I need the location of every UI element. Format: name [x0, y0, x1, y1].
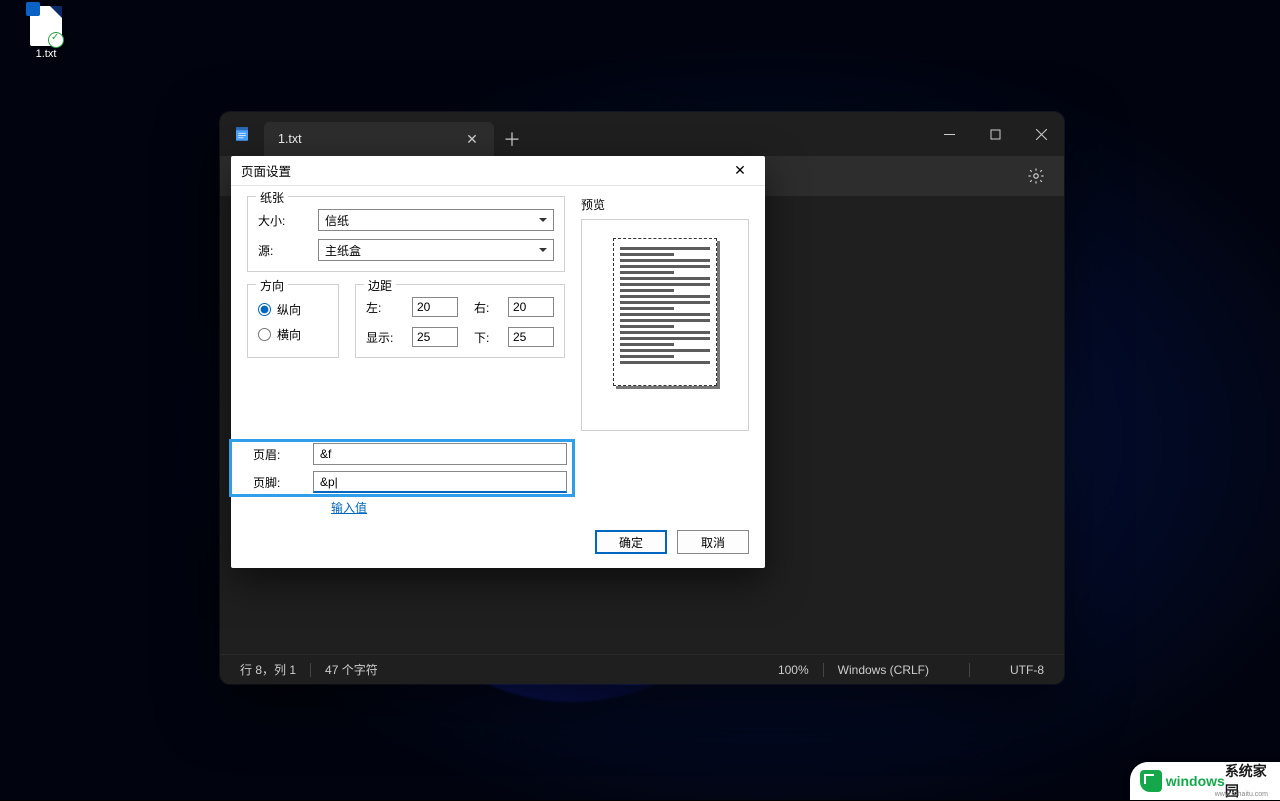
check-badge-icon	[26, 2, 40, 16]
preview-label: 预览	[581, 196, 749, 213]
orientation-landscape-label: 横向	[277, 326, 301, 343]
watermark-logo: windows系统家园 www.ruhaitu.com	[1130, 762, 1280, 800]
maximize-button[interactable]	[972, 112, 1018, 156]
orientation-group: 方向 纵向 横向	[247, 284, 339, 358]
margins-group: 边距 左: 右: 显示: 下:	[355, 284, 565, 358]
margin-top-label: 显示:	[366, 329, 396, 346]
tab-active[interactable]: 1.txt ✕	[264, 122, 494, 156]
status-chars: 47 个字符	[325, 661, 378, 678]
dialog-close-icon[interactable]: ✕	[725, 159, 755, 183]
orientation-portrait-radio[interactable]	[258, 303, 271, 316]
margin-bottom-label: 下:	[474, 329, 492, 346]
margin-top-input[interactable]	[412, 327, 458, 347]
paper-group: 纸张 大小: 信纸 源: 主纸盒	[247, 196, 565, 272]
status-position: 行 8，列 1	[240, 661, 296, 678]
settings-gear-icon[interactable]	[1022, 162, 1050, 190]
orientation-legend: 方向	[256, 277, 288, 294]
logo-icon	[1140, 770, 1162, 792]
window-close-button[interactable]	[1018, 112, 1064, 156]
sync-status-icon	[48, 32, 64, 48]
preview-box	[581, 219, 749, 431]
status-zoom: 100%	[778, 663, 809, 677]
statusbar: 行 8，列 1 47 个字符 100% Windows (CRLF) UTF-8	[220, 654, 1064, 684]
desktop-file-icon[interactable]: 1.txt	[18, 6, 74, 60]
input-values-link[interactable]: 输入值	[247, 499, 367, 516]
orientation-portrait-label: 纵向	[277, 301, 301, 318]
ok-button[interactable]: 确定	[595, 530, 667, 554]
cancel-button[interactable]: 取消	[677, 530, 749, 554]
page-setup-dialog: 页面设置 ✕ 纸张 大小: 信纸 源: 主纸盒 方	[231, 156, 765, 568]
tab-label: 1.txt	[278, 132, 302, 146]
orientation-landscape-radio[interactable]	[258, 328, 271, 341]
header-input[interactable]	[313, 443, 567, 465]
status-encoding: UTF-8	[1010, 663, 1044, 677]
desktop-file-label: 1.txt	[18, 48, 74, 60]
margin-left-input[interactable]	[412, 297, 458, 317]
margin-right-input[interactable]	[508, 297, 554, 317]
new-tab-button[interactable]: ＋	[494, 122, 530, 156]
margin-bottom-input[interactable]	[508, 327, 554, 347]
header-label: 页眉:	[247, 446, 313, 463]
notepad-app-icon	[220, 112, 264, 156]
paper-legend: 纸张	[256, 189, 288, 206]
paper-source-select[interactable]: 主纸盒	[318, 239, 554, 261]
margins-legend: 边距	[364, 277, 396, 294]
dialog-title: 页面设置	[241, 161, 291, 180]
minimize-button[interactable]	[926, 112, 972, 156]
tab-strip: 1.txt ✕ ＋	[264, 112, 926, 156]
titlebar[interactable]: 1.txt ✕ ＋	[220, 112, 1064, 156]
margin-left-label: 左:	[366, 299, 396, 316]
tab-close-icon[interactable]: ✕	[460, 127, 484, 151]
paper-size-label: 大小:	[258, 212, 318, 229]
paper-size-select[interactable]: 信纸	[318, 209, 554, 231]
paper-source-label: 源:	[258, 242, 318, 259]
margin-right-label: 右:	[474, 299, 492, 316]
footer-label: 页脚:	[247, 474, 313, 491]
text-file-icon	[30, 6, 62, 46]
page-preview-icon	[613, 238, 717, 386]
dialog-titlebar[interactable]: 页面设置 ✕	[231, 156, 765, 186]
footer-input[interactable]	[313, 471, 567, 493]
status-eol: Windows (CRLF)	[838, 663, 929, 677]
